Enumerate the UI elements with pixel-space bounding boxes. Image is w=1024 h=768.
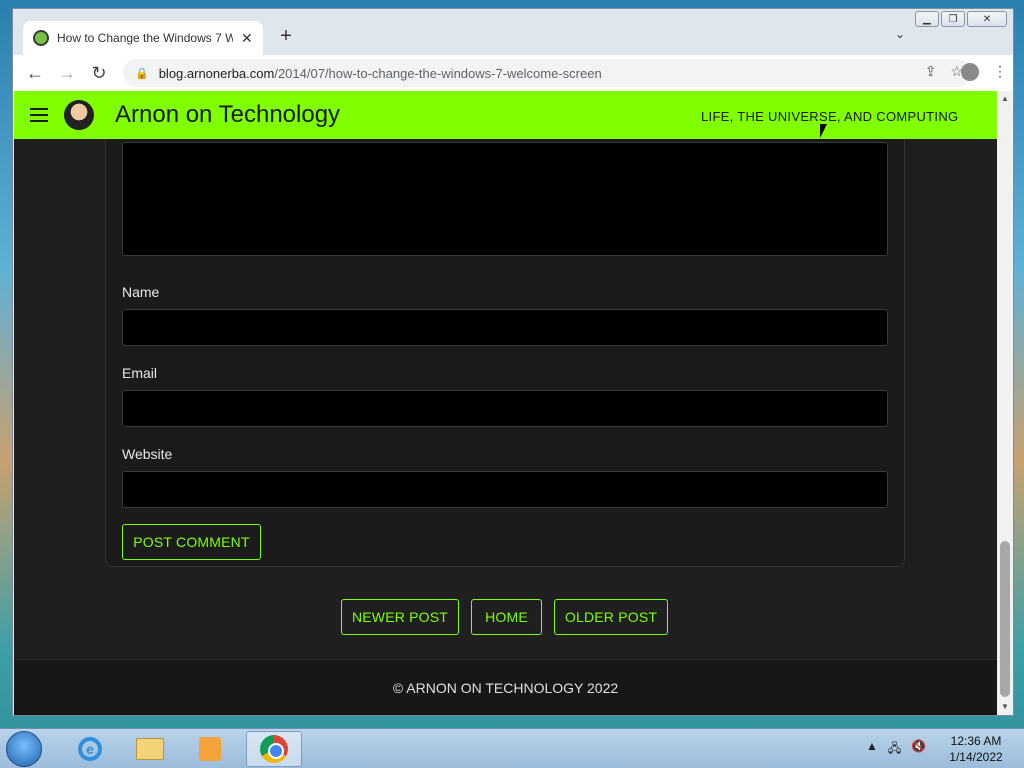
copyright-text: © ARNON ON TECHNOLOGY 2022 xyxy=(392,679,619,696)
profile-icon[interactable] xyxy=(961,63,979,81)
url-path: /2014/07/how-to-change-the-windows-7-wel… xyxy=(274,65,602,81)
email-label: Email xyxy=(122,365,158,381)
tab-title: How to Change the Windows 7 W xyxy=(57,31,233,45)
window-controls: ▁ ❐ ✕ xyxy=(915,11,1007,27)
browser-window: How to Change the Windows 7 W ✕ + ⌄ ▁ ❐ … xyxy=(12,8,1014,716)
website-label: Website xyxy=(122,446,173,462)
forward-icon[interactable]: → xyxy=(51,63,83,84)
back-icon[interactable]: ← xyxy=(19,63,51,84)
scroll-down-arrow-icon[interactable]: ▼ xyxy=(997,699,1013,715)
favicon-icon xyxy=(33,30,49,46)
site-title[interactable]: Arnon on Technology xyxy=(115,101,340,129)
browser-toolbar: ← → ↻ 🔒 blog.arnonerba.com/2014/07/how-t… xyxy=(13,55,1013,91)
close-tab-icon[interactable]: ✕ xyxy=(241,30,253,47)
vertical-scrollbar[interactable]: ▲ ▼ xyxy=(997,91,1013,715)
site-footer: © ARNON ON TECHNOLOGY 2022 xyxy=(14,659,997,715)
media-player-taskbar-icon[interactable] xyxy=(182,731,238,767)
system-tray: ▲ 🖧 🔇 xyxy=(866,739,926,760)
new-tab-button[interactable]: + xyxy=(275,25,297,48)
site-logo-avatar[interactable] xyxy=(64,100,94,130)
url-domain: blog.arnonerba.com xyxy=(158,65,275,81)
tray-expand-icon[interactable]: ▲ xyxy=(866,739,878,760)
post-comment-button[interactable]: POST COMMENT xyxy=(122,524,261,560)
url-text: blog.arnonerba.com/2014/07/how-to-change… xyxy=(159,66,602,81)
email-input[interactable] xyxy=(122,390,888,427)
file-explorer-taskbar-icon[interactable] xyxy=(122,731,178,767)
home-button[interactable]: HOME xyxy=(471,599,542,635)
close-window-button[interactable]: ✕ xyxy=(967,11,1007,27)
site-tagline: LIFE, THE UNIVERSE, AND COMPUTING xyxy=(701,109,959,124)
comment-textarea[interactable] xyxy=(122,142,888,256)
taskbar: e ▲ 🖧 🔇 12:36 AM 1/14/2022 xyxy=(0,728,1024,768)
older-post-button[interactable]: OLDER POST xyxy=(554,599,668,635)
system-clock[interactable]: 12:36 AM 1/14/2022 xyxy=(936,733,1016,765)
newer-post-button[interactable]: NEWER POST xyxy=(341,599,459,635)
minimize-button[interactable]: ▁ xyxy=(915,11,939,27)
menu-kebab-icon[interactable]: ⋮ xyxy=(993,63,1007,81)
name-label: Name xyxy=(122,284,160,300)
start-button[interactable] xyxy=(6,731,42,767)
volume-muted-icon[interactable]: 🔇 xyxy=(911,739,926,760)
clock-time: 12:36 AM xyxy=(950,734,1002,748)
mouse-cursor-icon xyxy=(820,124,827,138)
comment-form: Name Email Website POST COMMENT xyxy=(105,121,905,567)
internet-explorer-taskbar-icon[interactable]: e xyxy=(62,731,118,767)
page-viewport: Name Email Website POST COMMENT NEWER PO… xyxy=(14,91,997,715)
scroll-up-arrow-icon[interactable]: ▲ xyxy=(997,91,1013,107)
share-icon[interactable]: ⇪ xyxy=(925,63,937,80)
name-input[interactable] xyxy=(122,309,888,346)
clock-date: 1/14/2022 xyxy=(949,750,1003,764)
tab-strip: How to Change the Windows 7 W ✕ + ⌄ ▁ ❐ … xyxy=(13,9,1013,55)
browser-tab[interactable]: How to Change the Windows 7 W ✕ xyxy=(23,21,263,55)
site-header: Arnon on Technology LIFE, THE UNIVERSE, … xyxy=(14,91,997,139)
lock-icon: 🔒 xyxy=(135,67,149,80)
chrome-taskbar-icon[interactable] xyxy=(246,731,302,767)
hamburger-menu-icon[interactable] xyxy=(30,108,48,122)
network-icon[interactable]: 🖧 xyxy=(888,739,901,760)
website-input[interactable] xyxy=(122,471,888,508)
restore-button[interactable]: ❐ xyxy=(941,11,965,27)
scroll-thumb[interactable] xyxy=(1000,541,1010,697)
address-bar[interactable]: 🔒 blog.arnonerba.com/2014/07/how-to-chan… xyxy=(123,59,971,87)
tab-search-chevron-icon[interactable]: ⌄ xyxy=(895,27,905,41)
reload-icon[interactable]: ↻ xyxy=(83,63,115,84)
